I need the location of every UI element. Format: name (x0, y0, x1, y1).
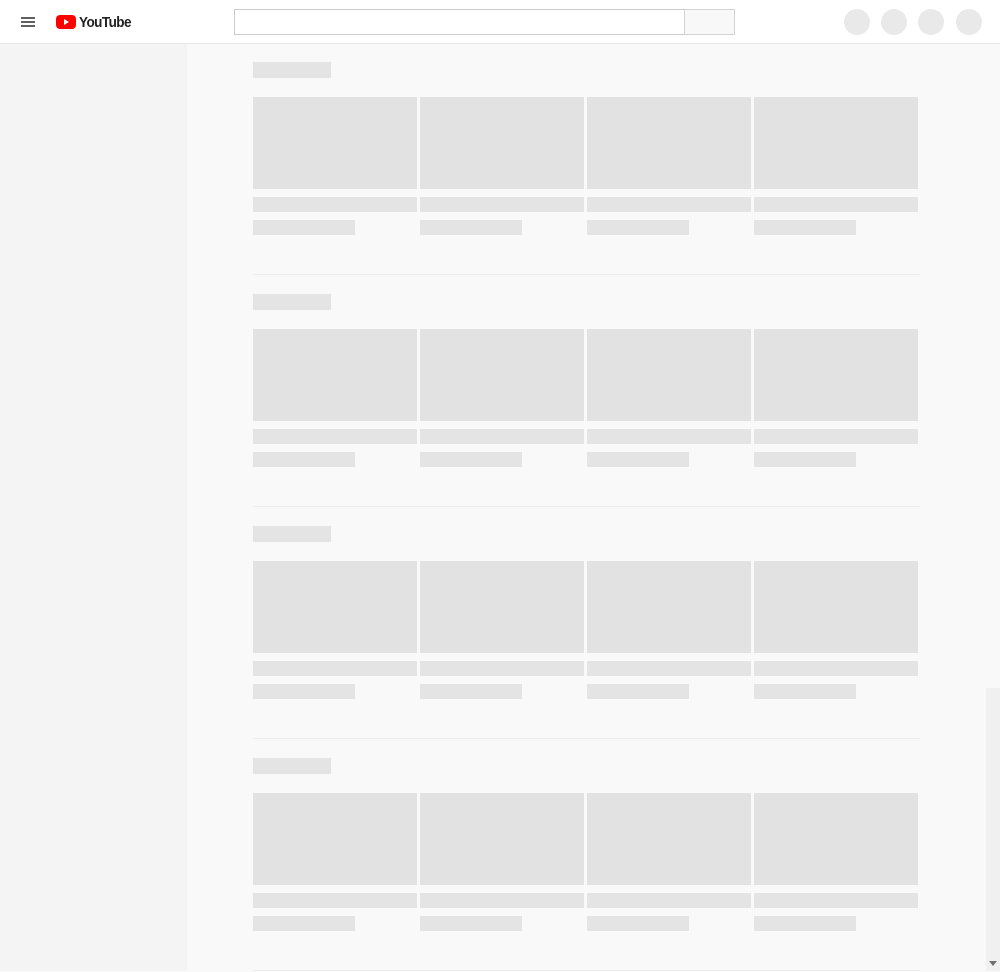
title-placeholder (587, 197, 751, 212)
meta-placeholder (420, 916, 522, 931)
thumbnail-placeholder (420, 329, 584, 421)
shelf-title-placeholder (253, 758, 331, 774)
logo-wordmark: YouTube (79, 13, 131, 31)
thumbnail-placeholder (587, 97, 751, 189)
meta-placeholder (587, 220, 689, 235)
title-placeholder (253, 661, 417, 676)
shelf-skeleton (253, 508, 920, 740)
shelf-divider (253, 738, 920, 739)
title-placeholder (253, 893, 417, 908)
shelf-title-placeholder (253, 294, 331, 310)
thumbnail-placeholder (587, 561, 751, 653)
thumbnail-placeholder (420, 793, 584, 885)
title-placeholder (420, 661, 584, 676)
shelf-title-placeholder (253, 62, 331, 78)
meta-placeholder (420, 220, 522, 235)
title-placeholder (587, 429, 751, 444)
meta-placeholder (253, 916, 355, 931)
scroll-down-arrow-icon[interactable] (989, 961, 997, 966)
apps-icon[interactable] (881, 9, 907, 35)
thumbnail-placeholder (253, 329, 417, 421)
title-placeholder (253, 197, 417, 212)
meta-placeholder (253, 452, 355, 467)
account-avatar[interactable] (956, 9, 982, 35)
meta-placeholder (754, 684, 856, 699)
title-placeholder (420, 197, 584, 212)
title-placeholder (754, 197, 918, 212)
title-placeholder (420, 893, 584, 908)
thumbnail-placeholder (253, 97, 417, 189)
meta-placeholder (253, 684, 355, 699)
thumbnail-placeholder (587, 329, 751, 421)
shelf-divider (253, 274, 920, 275)
title-placeholder (754, 661, 918, 676)
thumbnail-placeholder (253, 561, 417, 653)
shelf-skeleton (253, 276, 920, 508)
meta-placeholder (587, 684, 689, 699)
meta-placeholder (587, 916, 689, 931)
meta-placeholder (253, 220, 355, 235)
meta-placeholder (754, 452, 856, 467)
thumbnail-placeholder (253, 793, 417, 885)
thumbnail-placeholder (754, 97, 918, 189)
thumbnail-placeholder (420, 561, 584, 653)
guide-sidebar (0, 44, 187, 971)
youtube-play-icon (56, 15, 76, 29)
hamburger-menu-icon[interactable] (16, 10, 40, 34)
notifications-icon[interactable] (918, 9, 944, 35)
title-placeholder (754, 429, 918, 444)
shelf-title-placeholder (253, 526, 331, 542)
title-placeholder (754, 893, 918, 908)
shelf-skeleton (253, 740, 920, 972)
scrollbar[interactable] (986, 688, 1000, 971)
thumbnail-placeholder (754, 561, 918, 653)
title-placeholder (587, 661, 751, 676)
browse-content (253, 44, 920, 972)
title-placeholder (420, 429, 584, 444)
thumbnail-placeholder (587, 793, 751, 885)
title-placeholder (253, 429, 417, 444)
thumbnail-placeholder (420, 97, 584, 189)
meta-placeholder (754, 220, 856, 235)
thumbnail-placeholder (754, 793, 918, 885)
shelf-divider (253, 506, 920, 507)
shelf-skeleton (253, 44, 920, 276)
thumbnail-placeholder (754, 329, 918, 421)
meta-placeholder (420, 452, 522, 467)
title-placeholder (587, 893, 751, 908)
search-button[interactable] (684, 9, 735, 35)
meta-placeholder (420, 684, 522, 699)
masthead: YouTube (0, 0, 1000, 44)
youtube-logo[interactable]: YouTube (56, 11, 137, 33)
create-icon[interactable] (844, 9, 870, 35)
meta-placeholder (754, 916, 856, 931)
search-input[interactable] (234, 9, 684, 35)
meta-placeholder (587, 452, 689, 467)
